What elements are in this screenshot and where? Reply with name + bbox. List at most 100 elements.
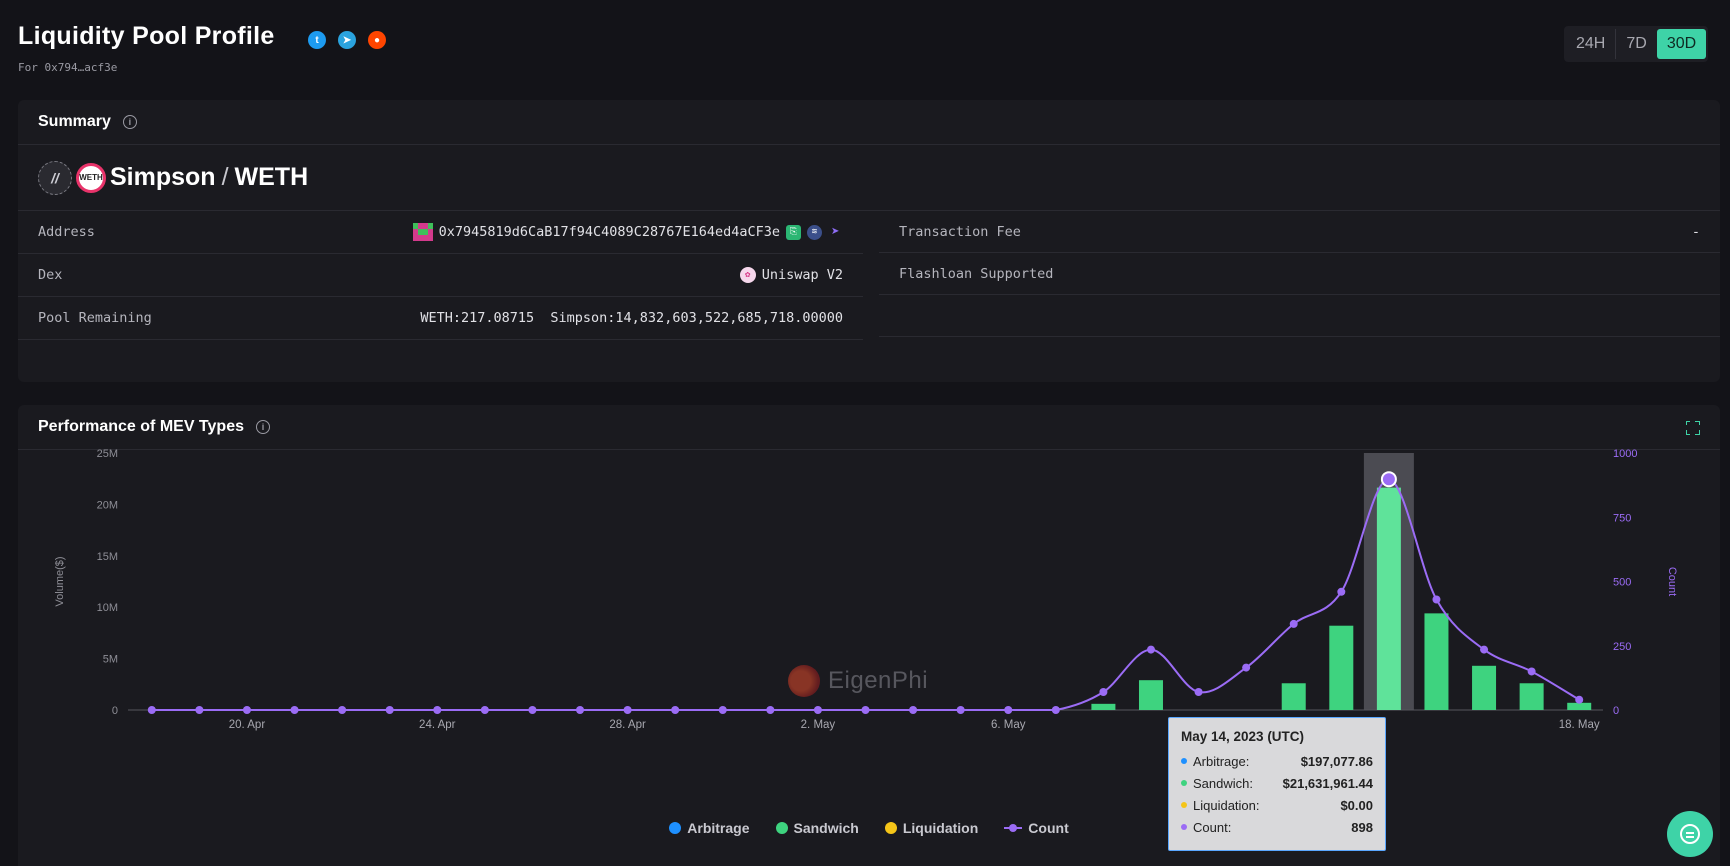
- x-tick-label: 28. Apr: [609, 719, 646, 731]
- tooltip-count-dot: [1181, 824, 1187, 830]
- tooltip-sandwich-dot: [1181, 780, 1187, 786]
- sandwich-bar: [1281, 683, 1306, 710]
- count-point: [1004, 706, 1013, 714]
- legend-arbitrage-label: Arbitrage: [687, 820, 750, 836]
- count-point: [1432, 595, 1441, 604]
- reddit-icon[interactable]: ●: [368, 31, 386, 49]
- etherscan-icon[interactable]: ≋: [807, 224, 822, 240]
- count-point: [1242, 663, 1251, 672]
- address-value[interactable]: 0x7945819d6CaB17f94C4089C28767E164ed4aCF…: [439, 224, 780, 240]
- info-icon[interactable]: i: [122, 115, 137, 129]
- y-tick-label: 25M: [97, 448, 118, 460]
- range-30d-button[interactable]: 30D: [1656, 29, 1707, 59]
- count-point: [1527, 667, 1536, 676]
- flashloan-label: Flashloan Supported: [899, 265, 1054, 282]
- twitter-icon[interactable]: t: [308, 31, 326, 49]
- transaction-fee-row: Transaction Fee -: [879, 211, 1720, 253]
- sandwich-bar: [1091, 703, 1116, 710]
- count-point-highlight: [1380, 471, 1397, 488]
- y2-axis-title: Count: [1666, 567, 1678, 596]
- eigenphi-logo: [788, 665, 820, 697]
- legend-sandwich-swatch: [775, 822, 788, 834]
- simpson-token-icon: //: [38, 160, 72, 195]
- dex-label: Dex: [38, 267, 63, 283]
- range-24h-button[interactable]: 24H: [1566, 29, 1615, 59]
- x-tick-label: 2. May: [801, 719, 836, 731]
- count-point: [528, 706, 537, 714]
- tooltip-row-count: Count: 898: [1181, 816, 1373, 838]
- summary-header: Summary i: [18, 100, 1720, 145]
- legend-sandwich[interactable]: Sandwich: [775, 820, 859, 836]
- mev-chart[interactable]: 0 5M 10M 15M 20M 25M 0 250 500 750 1000 Volume($) Co…: [18, 405, 1720, 866]
- count-point: [1146, 645, 1155, 654]
- copy-icon[interactable]: ⎘: [786, 224, 801, 240]
- x-tick-label: 6. May: [991, 719, 1026, 731]
- summary-panel: Summary i // WETH Simpson / WETH Address…: [18, 100, 1720, 382]
- count-point: [242, 706, 251, 714]
- legend-liquidation-swatch: [884, 822, 897, 834]
- page-title: Liquidity Pool Profile: [18, 22, 275, 50]
- count-point: [813, 706, 822, 714]
- sandwich-bar: [1567, 702, 1592, 710]
- legend-arbitrage[interactable]: Arbitrage: [669, 820, 750, 836]
- sandwich-bar: [1138, 680, 1163, 710]
- uniswap-icon: ✿: [739, 267, 756, 283]
- y2-tick-label: 500: [1613, 577, 1631, 589]
- address-label: Address: [38, 224, 95, 240]
- tooltip-count-label: Count:: [1193, 819, 1232, 835]
- count-point: [433, 706, 442, 714]
- explorer-link-icon[interactable]: ➤: [828, 224, 843, 240]
- tooltip-arbitrage-label: Arbitrage:: [1193, 753, 1250, 769]
- y2-tick-label: 1000: [1613, 448, 1637, 460]
- count-point: [909, 706, 918, 714]
- y2-tick-label: 250: [1613, 641, 1631, 653]
- tooltip-liquidation-value: $0.00: [1340, 797, 1373, 813]
- range-7d-button[interactable]: 7D: [1616, 29, 1656, 59]
- pair-separator: /: [221, 163, 229, 191]
- tooltip-arbitrage-dot: [1181, 758, 1187, 764]
- count-point: [147, 706, 156, 714]
- count-point: [861, 706, 870, 714]
- count-point: [480, 706, 489, 714]
- legend-sandwich-label: Sandwich: [793, 820, 859, 836]
- telegram-icon[interactable]: ➤: [338, 31, 356, 49]
- legend-liquidation[interactable]: Liquidation: [884, 820, 978, 836]
- dex-value[interactable]: Uniswap V2: [762, 267, 843, 283]
- token-pair: // WETH Simpson / WETH: [18, 145, 1720, 211]
- pool-remaining-value: WETH:217.08715 Simpson:14,832,603,522,68…: [420, 310, 843, 326]
- y-tick-label: 5M: [103, 654, 118, 666]
- count-point: [766, 706, 775, 714]
- chat-support-button[interactable]: [1667, 811, 1713, 857]
- tooltip-row-liquidation: Liquidation: $0.00: [1181, 794, 1373, 816]
- address-identicon: [412, 223, 433, 241]
- count-point: [1051, 706, 1060, 714]
- token2-name[interactable]: WETH: [235, 163, 309, 192]
- summary-title: Summary: [38, 113, 111, 130]
- performance-panel: Performance of MEV Types i 0 5M 10M 15M 20M 2…: [18, 405, 1720, 866]
- address-row: Address 0x7945819d6CaB17f94C4089C28767E1…: [18, 211, 863, 254]
- count-point: [1337, 587, 1346, 596]
- count-point: [1194, 688, 1203, 697]
- pool-remaining-label: Pool Remaining: [38, 310, 152, 326]
- pool-address-subtitle: For 0x794…acf3e: [18, 61, 118, 74]
- y2-tick-label: 0: [1613, 705, 1619, 717]
- y2-tick-label: 750: [1613, 512, 1631, 524]
- summary-right-table: Transaction Fee - Flashloan Supported: [879, 211, 1720, 337]
- x-tick-label: 20. Apr: [229, 719, 266, 731]
- count-point: [290, 706, 299, 714]
- legend-count[interactable]: Count: [1004, 820, 1069, 836]
- transaction-fee-value: -: [1691, 223, 1700, 240]
- sandwich-bar: [1519, 683, 1544, 710]
- flashloan-row: Flashloan Supported: [879, 253, 1720, 295]
- token1-name[interactable]: Simpson: [110, 163, 216, 192]
- dex-row: Dex ✿ Uniswap V2: [18, 254, 863, 297]
- count-point: [1099, 688, 1108, 697]
- tooltip-sandwich-value: $21,631,961.44: [1282, 775, 1373, 791]
- y-tick-label: 10M: [97, 602, 118, 614]
- tooltip-row-sandwich: Sandwich: $21,631,961.44: [1181, 772, 1373, 794]
- count-point: [623, 706, 632, 714]
- tooltip-sandwich-label: Sandwich:: [1193, 775, 1253, 791]
- weth-token-icon: WETH: [76, 162, 106, 193]
- sandwich-bar: [1472, 665, 1497, 710]
- count-point: [1575, 695, 1584, 704]
